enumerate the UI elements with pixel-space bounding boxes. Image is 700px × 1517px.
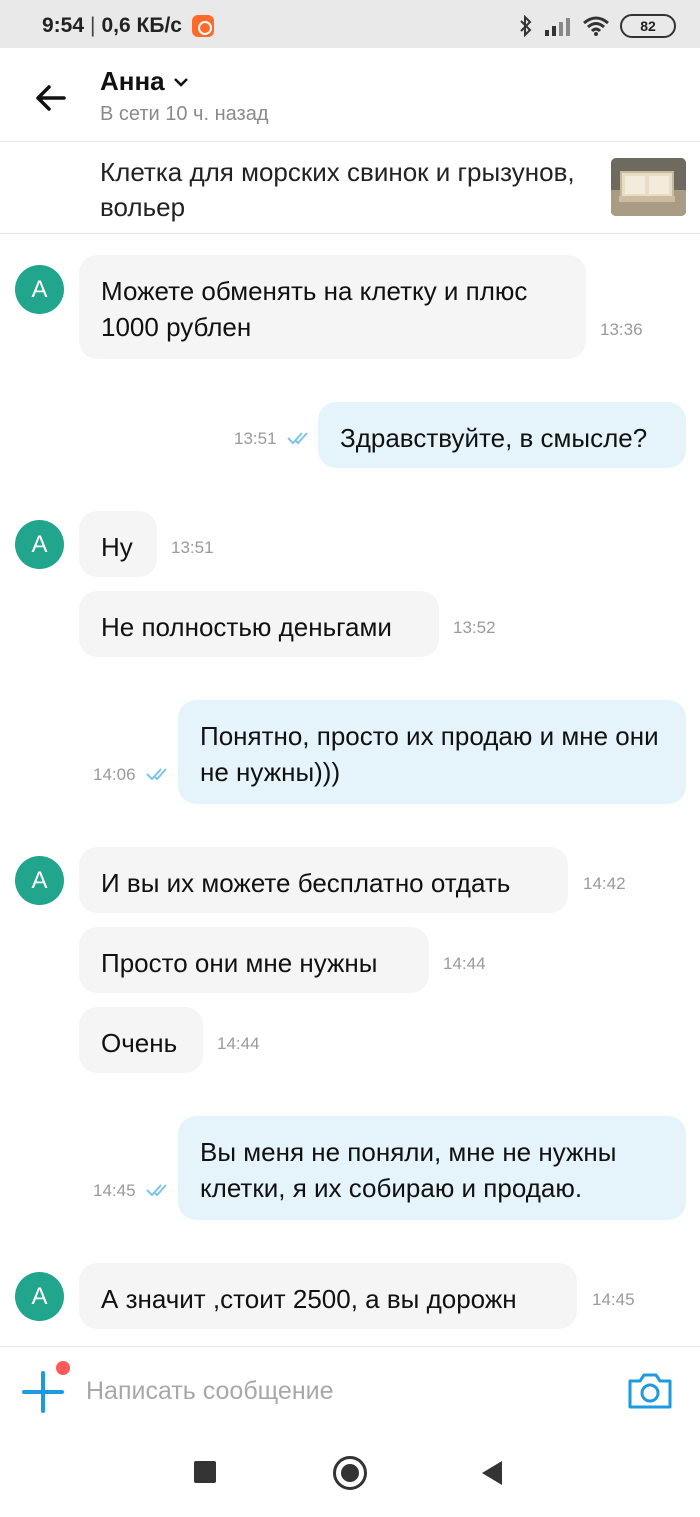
message-time: 13:51 xyxy=(234,429,277,448)
double-check-icon xyxy=(146,1184,167,1197)
avatar[interactable]: А xyxy=(15,856,64,905)
listing-title: Клетка для морских свинок и грызунов, во… xyxy=(100,157,575,222)
signal-icon xyxy=(545,18,570,36)
incoming-message: Просто они мне нужны xyxy=(79,927,429,993)
incoming-message: Очень xyxy=(79,1007,203,1073)
status-left: 9:54 | 0,6 КБ/с xyxy=(42,14,214,38)
status-right: 82 xyxy=(518,14,676,38)
listing-thumbnail[interactable] xyxy=(611,158,686,216)
system-navigation-bar xyxy=(0,1434,700,1517)
outgoing-message: Здравствуйте, в смысле? xyxy=(318,402,686,468)
contact-name: Анна xyxy=(100,66,165,96)
battery-level: 82 xyxy=(640,18,656,34)
wifi-icon xyxy=(583,16,609,36)
message-time: 14:06 xyxy=(93,765,136,784)
home-button[interactable] xyxy=(333,1456,367,1490)
outgoing-message: Понятно, просто их продаю и мне они не н… xyxy=(178,700,686,804)
double-check-icon xyxy=(146,768,167,781)
message-time: 14:42 xyxy=(583,874,626,893)
status-separator: | xyxy=(90,14,96,37)
app-notification-icon xyxy=(191,15,214,37)
message-time: 13:52 xyxy=(453,618,496,637)
message-time: 14:45 xyxy=(592,1290,635,1309)
incoming-message: Не полностью деньгами xyxy=(79,591,439,657)
status-bar: 9:54 | 0,6 КБ/с 82 xyxy=(0,0,700,48)
outgoing-message: Вы меня не поняли, мне не нужны клетки, … xyxy=(178,1116,686,1220)
system-back-button[interactable] xyxy=(482,1461,502,1485)
avatar[interactable]: А xyxy=(15,520,64,569)
message-time: 13:36 xyxy=(600,320,643,339)
message-time: 13:51 xyxy=(171,538,214,557)
message-input[interactable] xyxy=(86,1371,586,1411)
incoming-message: И вы их можете бесплатно отдать xyxy=(79,847,568,913)
bluetooth-icon xyxy=(520,15,532,37)
chevron-down-icon xyxy=(173,77,188,87)
double-check-icon xyxy=(287,432,308,445)
avatar[interactable]: А xyxy=(15,265,64,314)
incoming-message: А значит ,стоит 2500, а вы дорожн xyxy=(79,1263,577,1329)
message-time: 14:44 xyxy=(217,1034,260,1053)
plus-icon[interactable] xyxy=(20,1369,66,1415)
battery-indicator: 82 xyxy=(620,14,676,38)
chat-header: Анна В сети 10 ч. назад xyxy=(0,48,700,142)
contact-name-button[interactable]: Анна xyxy=(100,66,189,97)
status-time: 9:54 xyxy=(42,14,85,37)
arrow-left-icon[interactable] xyxy=(30,78,70,118)
incoming-message: Можете обменять на клетку и плюс 1000 ру… xyxy=(79,255,586,359)
message-time: 14:44 xyxy=(443,954,486,973)
contact-online-status: В сети 10 ч. назад xyxy=(100,103,269,125)
avatar[interactable]: А xyxy=(15,1272,64,1321)
status-network-speed: 0,6 КБ/с xyxy=(101,14,182,37)
listing-card[interactable]: Клетка для морских свинок и грызунов, во… xyxy=(0,142,700,234)
message-composer xyxy=(0,1346,700,1434)
recents-button[interactable] xyxy=(194,1461,216,1483)
message-time: 14:45 xyxy=(93,1181,136,1200)
camera-icon[interactable] xyxy=(626,1371,674,1411)
listing-thumbnail-image xyxy=(611,158,686,216)
incoming-message: Ну xyxy=(79,511,157,577)
notification-dot xyxy=(56,1361,70,1375)
